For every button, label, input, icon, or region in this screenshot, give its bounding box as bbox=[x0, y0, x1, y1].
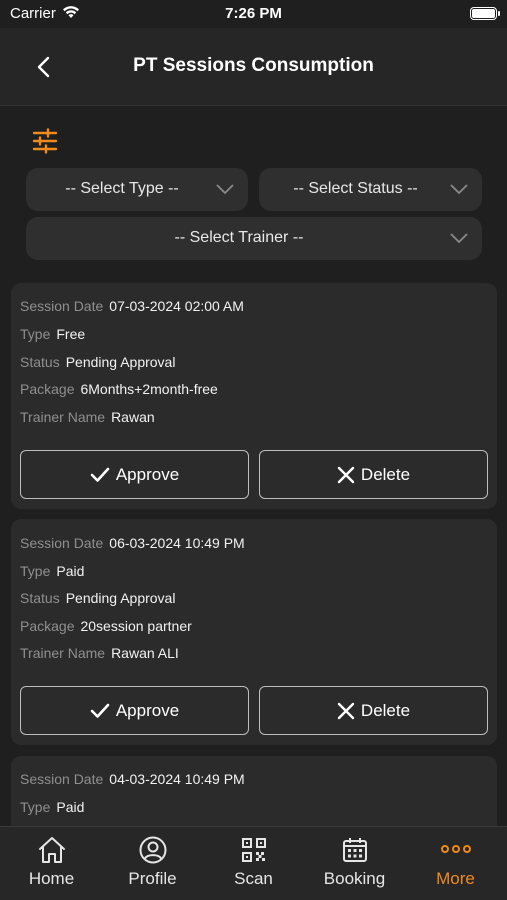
package-label: Package bbox=[20, 618, 75, 634]
tab-more-label: More bbox=[436, 869, 475, 888]
user-circle-icon bbox=[139, 836, 167, 864]
delete-label: Delete bbox=[360, 700, 411, 720]
close-icon bbox=[337, 466, 355, 483]
clock: 7:26 PM bbox=[225, 5, 282, 22]
more-dots-icon bbox=[441, 845, 471, 853]
session-card: Session Date 06-03-2024 10:49 PM Type Paid… bbox=[11, 519, 497, 745]
approve-button[interactable]: Approve bbox=[20, 686, 249, 735]
session-card: Session Date 07-03-2024 02:00 AM Type Free… bbox=[11, 283, 497, 509]
session-date-row: Session Date 04-03-2024 10:49 PM bbox=[20, 771, 245, 787]
trainer-name-value: Rawan ALI bbox=[111, 645, 179, 661]
delete-label: Delete bbox=[360, 464, 411, 484]
type-value: Free bbox=[56, 326, 86, 342]
select-type-label: -- Select Type -- bbox=[65, 180, 179, 197]
type-row: Type Paid bbox=[20, 799, 84, 815]
select-trainer-label: -- Select Trainer -- bbox=[174, 229, 304, 246]
tab-bar: Home Profile Scan Booking More bbox=[0, 826, 507, 900]
trainer-name-label: Trainer Name bbox=[20, 645, 106, 661]
status-label: Status bbox=[20, 590, 60, 606]
status-row: Status Pending Approval bbox=[20, 354, 175, 370]
delete-button[interactable]: Delete bbox=[259, 450, 488, 499]
type-label: Type bbox=[20, 563, 51, 579]
package-row: Package 6Months+2month-free bbox=[20, 381, 218, 397]
type-label: Type bbox=[20, 326, 51, 342]
status-row: Status Pending Approval bbox=[20, 590, 175, 606]
approve-button[interactable]: Approve bbox=[20, 450, 249, 499]
session-date-value: 06-03-2024 10:49 PM bbox=[109, 535, 245, 551]
type-row: Type Paid bbox=[20, 563, 84, 579]
tab-home[interactable]: Home bbox=[1, 827, 102, 900]
status-label: Status bbox=[20, 354, 60, 370]
type-label: Type bbox=[20, 799, 51, 815]
delete-button[interactable]: Delete bbox=[259, 686, 488, 735]
qr-code-icon bbox=[242, 838, 266, 862]
status-value: Pending Approval bbox=[65, 590, 176, 606]
battery-icon bbox=[470, 7, 500, 20]
session-date-row: Session Date 07-03-2024 02:00 AM bbox=[20, 298, 244, 314]
type-value: Paid bbox=[56, 563, 85, 579]
sliders-icon[interactable] bbox=[32, 128, 58, 154]
approve-label: Approve bbox=[115, 464, 180, 484]
session-date-value: 04-03-2024 10:49 PM bbox=[109, 771, 245, 787]
type-value: Paid bbox=[56, 799, 85, 815]
session-date-row: Session Date 06-03-2024 10:49 PM bbox=[20, 535, 245, 551]
tab-profile-label: Profile bbox=[128, 869, 177, 888]
navigation-bar: PT Sessions Consumption bbox=[0, 28, 507, 106]
select-type-dropdown[interactable]: -- Select Type -- bbox=[26, 168, 248, 211]
trainer-name-value: Rawan bbox=[111, 409, 155, 425]
tab-more[interactable]: More bbox=[405, 827, 506, 900]
tab-scan-label: Scan bbox=[234, 869, 273, 888]
tab-profile[interactable]: Profile bbox=[102, 827, 203, 900]
tab-scan[interactable]: Scan bbox=[203, 827, 304, 900]
select-status-dropdown[interactable]: -- Select Status -- bbox=[259, 168, 482, 211]
trainer-name-row: Trainer Name Rawan bbox=[20, 409, 155, 425]
approve-label: Approve bbox=[115, 700, 180, 720]
trainer-name-label: Trainer Name bbox=[20, 409, 106, 425]
calendar-icon bbox=[343, 838, 367, 862]
tab-home-label: Home bbox=[28, 869, 75, 888]
home-icon bbox=[39, 837, 65, 863]
status-value: Pending Approval bbox=[65, 354, 176, 370]
package-label: Package bbox=[20, 381, 75, 397]
session-date-value: 07-03-2024 02:00 AM bbox=[109, 298, 244, 314]
chevron-down-icon bbox=[450, 233, 468, 244]
session-date-label: Session Date bbox=[20, 298, 104, 314]
chevron-down-icon bbox=[450, 184, 468, 195]
close-icon bbox=[337, 702, 355, 719]
package-value: 20session partner bbox=[80, 618, 192, 634]
trainer-name-row: Trainer Name Rawan ALI bbox=[20, 645, 179, 661]
tab-booking-label: Booking bbox=[323, 869, 386, 888]
session-date-label: Session Date bbox=[20, 535, 104, 551]
tab-booking[interactable]: Booking bbox=[304, 827, 405, 900]
select-trainer-dropdown[interactable]: -- Select Trainer -- bbox=[26, 217, 482, 260]
check-icon bbox=[90, 703, 110, 718]
session-date-label: Session Date bbox=[20, 771, 104, 787]
page-title: PT Sessions Consumption bbox=[133, 55, 374, 76]
status-bar: Carrier 7:26 PM bbox=[0, 0, 507, 28]
check-icon bbox=[90, 467, 110, 482]
chevron-down-icon bbox=[216, 184, 234, 195]
package-value: 6Months+2month-free bbox=[80, 381, 218, 397]
select-status-label: -- Select Status -- bbox=[293, 180, 418, 197]
package-row: Package 20session partner bbox=[20, 618, 192, 634]
type-row: Type Free bbox=[20, 326, 85, 342]
